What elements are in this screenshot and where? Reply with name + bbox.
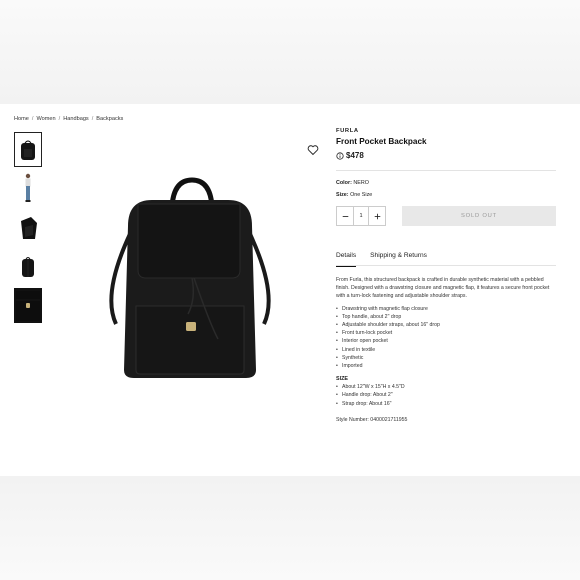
color-label: Color: [336,180,352,186]
size-option: Size: One Size [336,192,556,198]
product-info: FURLA Front Pocket Backpack $478 Color: … [336,128,556,423]
purchase-controls: 1 SOLD OUT [336,206,556,226]
quantity-value[interactable]: 1 [353,207,369,225]
feature-list: Drawstring with magnetic flap closure To… [336,305,556,371]
sold-out-button[interactable]: SOLD OUT [402,206,556,226]
heart-outline-icon[interactable] [307,144,319,156]
color-value: NERO [353,180,369,186]
list-item: Handle drop: About 2" [336,391,556,399]
list-item: Front turn-lock pocket [336,329,556,337]
list-item: Adjustable shoulder straps, about 16" dr… [336,321,556,329]
thumbnail-backpack-detail[interactable] [14,288,42,323]
breadcrumb-backpacks[interactable]: Backpacks [96,116,123,122]
product-description: From Furla, this structured backpack is … [336,277,550,300]
breadcrumb-home[interactable]: Home [14,116,29,122]
color-option: Color: NERO [336,180,556,186]
list-item: Interior open pocket [336,337,556,345]
price-row: $478 [336,151,556,160]
size-list: About 12"W x 15"H x 4.5"D Handle drop: A… [336,383,556,408]
product-tabs: Details Shipping & Returns [336,252,556,267]
list-item: Imported [336,362,556,370]
thumbnail-backpack-side[interactable] [14,249,42,284]
product-price: $478 [346,151,364,160]
thumbnail-list [14,132,42,323]
list-item: Lined in textile [336,346,556,354]
tab-shipping-returns[interactable]: Shipping & Returns [370,252,427,265]
breadcrumb-women[interactable]: Women [36,116,55,122]
list-item: About 12"W x 15"H x 4.5"D [336,383,556,391]
size-value: One Size [350,192,373,198]
quantity-stepper: 1 [336,206,386,226]
breadcrumb-separator: / [31,116,34,122]
list-item: Synthetic [336,354,556,362]
size-heading: SIZE [336,376,348,383]
bottom-background [0,476,580,580]
top-background [0,0,580,104]
breadcrumb: Home / Women / Handbags / Backpacks [14,116,123,122]
size-label: Size: [336,192,349,198]
style-number: Style Number: 0400021711955 [336,416,408,423]
breadcrumb-separator: / [58,116,61,122]
thumbnail-backpack-front[interactable] [14,132,42,167]
thumbnail-backpack-angle[interactable] [14,210,42,245]
plus-icon[interactable] [369,207,385,225]
minus-icon[interactable] [337,207,353,225]
breadcrumb-separator: / [91,116,94,122]
product-main-image [109,177,271,378]
thumbnail-model-wearing[interactable] [14,171,42,206]
info-circle-icon[interactable] [336,151,344,160]
tab-details[interactable]: Details [336,252,357,267]
product-title: Front Pocket Backpack [336,137,427,146]
breadcrumb-handbags[interactable]: Handbags [63,116,89,122]
product-page: Home / Women / Handbags / Backpacks FURL… [0,104,580,476]
list-item: Strap drop: About 16" [336,400,556,408]
list-item: Drawstring with magnetic flap closure [336,305,556,313]
brand-name[interactable]: FURLA [336,128,556,134]
divider [336,170,556,171]
list-item: Top handle, about 2" drop [336,313,556,321]
